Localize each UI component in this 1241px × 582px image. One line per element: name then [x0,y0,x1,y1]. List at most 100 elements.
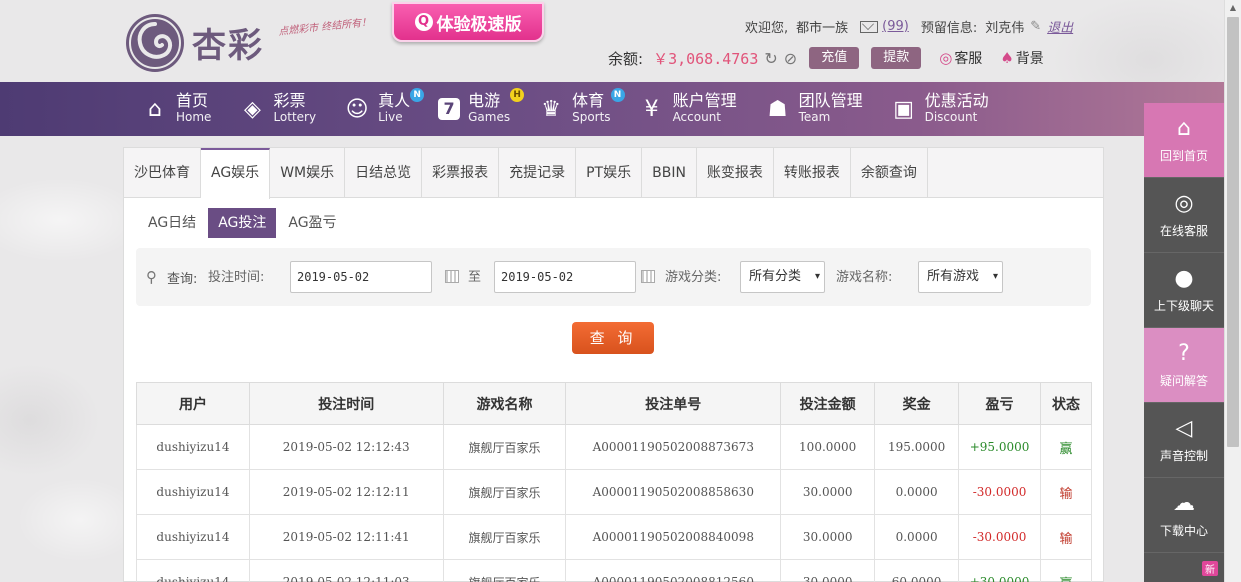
cell-user: dushiyizu14 [136,469,250,515]
category-select[interactable]: 所有分类 [740,261,825,293]
gift-icon: ▣ [893,96,914,122]
nav-sports[interactable]: ♛ 体育 Sports N [538,82,625,136]
nav-live[interactable]: ☺ 真人 Live N [344,82,425,136]
new-badge: N [410,88,425,102]
subtab-ag-daily[interactable]: AG日结 [138,208,206,238]
recharge-button[interactable]: 充值 [809,47,860,69]
cell-status: 赢 [1040,424,1092,470]
sidebar-download[interactable]: ☁ 下载中心 [1144,478,1224,553]
nav-account[interactable]: ¥ 账户管理 Account [639,82,737,136]
sidebar-label: 疑问解答 [1159,374,1208,388]
background-link[interactable]: ♠ 背景 [1000,48,1043,68]
edit-icon[interactable]: ✎ [1030,19,1041,34]
column-header[interactable]: 状态 [1040,382,1092,425]
cell-time: 2019-05-02 12:12:43 [248,424,444,470]
column-header[interactable]: 用户 [136,382,250,425]
tab-deposit-withdraw[interactable]: 充提记录 [499,148,577,197]
category-value: 所有分类 [749,269,802,284]
game-select[interactable]: 所有游戏 [918,261,1003,293]
calendar-icon[interactable] [445,270,459,283]
nav-lottery[interactable]: ◈ 彩票 Lottery [239,82,316,136]
column-header[interactable]: 投注单号 [565,382,782,425]
vertical-scrollbar[interactable]: ▲ [1224,0,1241,582]
message-count-link[interactable]: (99) [882,19,909,34]
nav-team[interactable]: ☗ 团队管理 Team [765,82,863,136]
sidebar-back-home[interactable]: ⌂ 回到首页 [1144,103,1224,178]
sidebar-chat[interactable]: ● 上下级聊天 [1144,253,1224,328]
date-from-input[interactable]: 2019-05-02 [290,261,432,293]
tab-pt[interactable]: PT娱乐 [576,148,643,197]
sidebar-faq[interactable]: ? 疑问解答 [1144,328,1224,403]
column-header[interactable]: 游戏名称 [442,382,567,425]
nav-home[interactable]: ⌂ 首页 Home [142,82,211,136]
withdraw-button[interactable]: 提款 [871,47,922,69]
nav-label: 优惠活动 [924,91,989,110]
nav-sublabel: Home [176,110,212,124]
query-button[interactable]: 查 询 [572,322,654,354]
nav-games[interactable]: 7 电游 Games H [438,82,525,136]
mail-icon[interactable] [860,20,879,33]
report-tabs: 沙巴体育 AG娱乐 WM娱乐 日结总览 彩票报表 充提记录 PT娱乐 BBIN … [124,148,1103,199]
tab-transfer-report[interactable]: 转账报表 [774,148,851,197]
tab-account-change[interactable]: 账变报表 [697,148,774,197]
logout-link[interactable]: 退出 [1047,17,1073,36]
team-icon: ☗ [767,96,788,122]
scroll-up-icon[interactable]: ▲ [1225,0,1241,16]
scroll-thumb[interactable] [1227,17,1239,447]
cell-profit: -30.0000 [958,469,1042,515]
nav-sublabel: Sports [572,110,611,124]
trial-speed-button[interactable]: Q 体验极速版 [392,2,544,42]
sidebar-label: 声音控制 [1159,449,1208,463]
to-label: 至 [468,270,482,285]
column-header[interactable]: 投注金额 [780,382,876,425]
subtab-ag-profit[interactable]: AG盈亏 [278,208,346,238]
cell-amount: 30.0000 [780,514,876,560]
cell-payout: 0.0000 [874,514,960,560]
background-label: 背景 [1015,51,1044,67]
cell-status: 输 [1040,469,1092,515]
date-to-input[interactable]: 2019-05-02 [494,261,636,293]
table-row[interactable]: dushiyizu14 2019-05-02 12:11:41 旗舰厅百家乐 A… [136,514,1092,560]
sidebar-sound[interactable]: ◁ 声音控制 [1144,403,1224,478]
bets-table: 用户 投注时间 游戏名称 投注单号 投注金额 奖金 盈亏 状态 dushiyiz… [136,382,1092,582]
sidebar-label: 在线客服 [1159,224,1208,238]
hide-eye-icon[interactable]: ⊘ [784,49,797,68]
subtab-ag-bets[interactable]: AG投注 [208,208,277,238]
balance-value: ￥3,068.4763 [653,49,759,68]
headset-24-icon: ◎ [1174,191,1194,216]
column-header[interactable]: 奖金 [874,382,960,425]
service-label: 客服 [954,51,983,67]
sidebar-more[interactable]: 新 [1144,553,1224,582]
cell-time: 2019-05-02 12:12:11 [248,469,444,515]
cell-status: 输 [1040,514,1092,560]
table-row[interactable]: dushiyizu14 2019-05-02 12:11:03 旗舰厅百家乐 A… [136,559,1092,582]
nav-discount[interactable]: ▣ 优惠活动 Discount [891,82,989,136]
game-value: 所有游戏 [927,269,980,284]
tab-lottery-report[interactable]: 彩票报表 [422,148,500,197]
refresh-icon[interactable]: ↻ [764,49,777,68]
cell-bet-id: A00001190502008812560 [565,559,782,582]
floating-sidebar: ⌂ 回到首页 ◎ 在线客服 ● 上下级聊天 ? 疑问解答 ◁ 声音控制 ☁ 下载… [1144,103,1224,582]
column-header[interactable]: 投注时间 [248,382,444,425]
table-row[interactable]: dushiyizu14 2019-05-02 12:12:43 旗舰厅百家乐 A… [136,424,1092,470]
sub-tabs: AG日结 AG投注 AG盈亏 [138,208,1103,238]
calendar-icon[interactable] [641,270,655,283]
sidebar-online-service[interactable]: ◎ 在线客服 [1144,178,1224,253]
trial-label: 体验极速版 [436,14,522,35]
cell-payout: 60.0000 [874,559,960,582]
tab-daily-overview[interactable]: 日结总览 [345,148,423,197]
tab-saba-sports[interactable]: 沙巴体育 [124,148,201,197]
brand-logo[interactable] [124,12,186,74]
slot-seven-icon: 7 [438,98,461,120]
username: 都市一族 [796,21,849,36]
cell-user: dushiyizu14 [136,424,250,470]
tab-wm[interactable]: WM娱乐 [270,148,346,197]
table-row[interactable]: dushiyizu14 2019-05-02 12:12:11 旗舰厅百家乐 A… [136,469,1092,515]
customer-service-link[interactable]: ◎ 客服 [939,48,982,68]
tab-ag[interactable]: AG娱乐 [201,148,271,199]
column-header[interactable]: 盈亏 [958,382,1042,425]
nav-sublabel: Games [468,110,511,124]
tab-bbin[interactable]: BBIN [642,148,697,197]
cell-bet-id: A00001190502008873673 [565,424,782,470]
tab-balance-query[interactable]: 余额查询 [851,148,928,197]
